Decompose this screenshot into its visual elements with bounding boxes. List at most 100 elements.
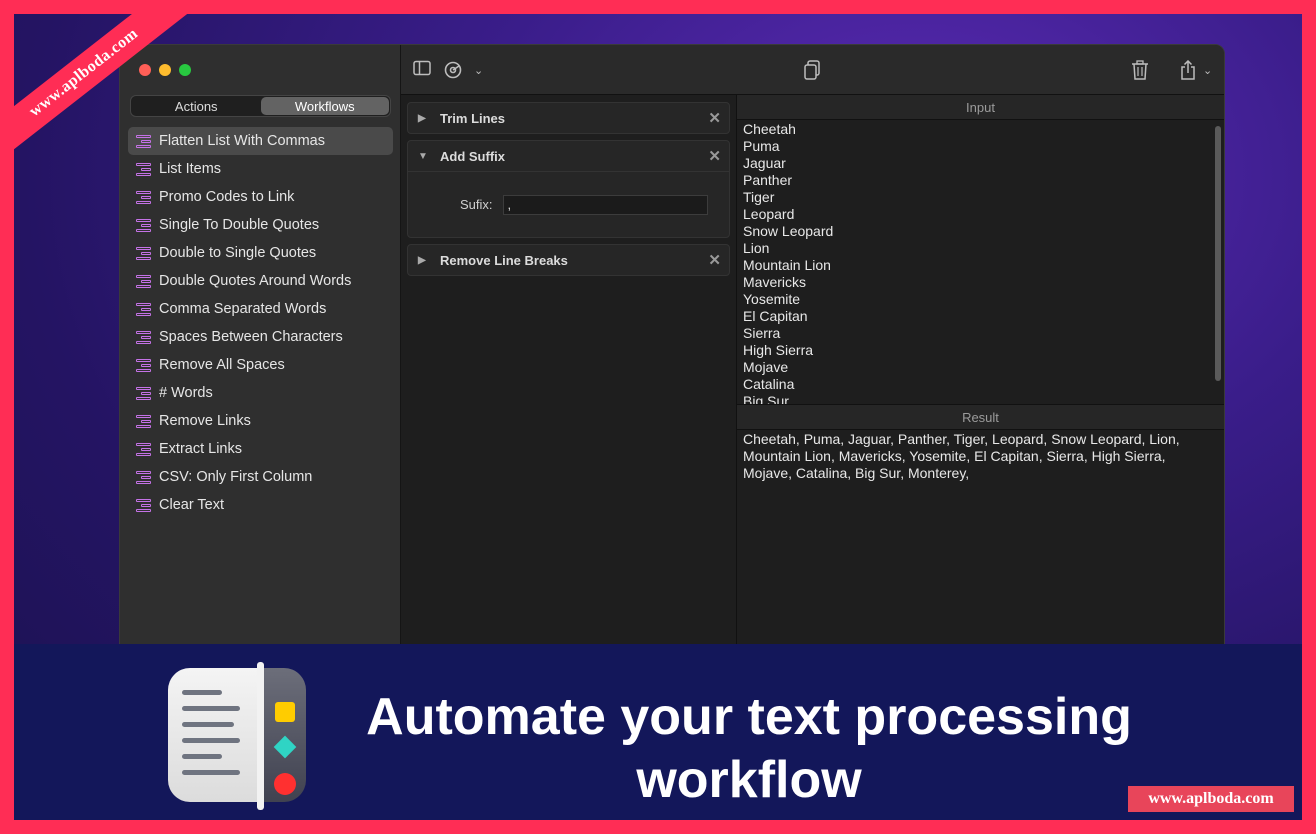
input-line: Big Sur	[743, 393, 789, 405]
input-line: Lion	[743, 240, 770, 256]
workflow-label: CSV: Only First Column	[159, 469, 313, 485]
workflow-icon	[136, 470, 151, 485]
action-header[interactable]: ▶ Remove Line Breaks ✕	[408, 245, 729, 275]
workflow-item[interactable]: Single To Double Quotes	[128, 211, 393, 239]
close-icon[interactable]: ✕	[708, 109, 721, 127]
close-icon[interactable]: ✕	[708, 251, 721, 269]
workflow-item[interactable]: Flatten List With Commas	[128, 127, 393, 155]
input-line: Cheetah	[743, 121, 796, 137]
workflow-icon	[136, 386, 151, 401]
workflow-item[interactable]: Extract Links	[128, 435, 393, 463]
promo-frame: www.aplboda.com Actions Workflows Flatte…	[14, 14, 1302, 820]
workflow-item[interactable]: Double Quotes Around Words	[128, 267, 393, 295]
sidebar-segmented-control: Actions Workflows	[130, 95, 391, 117]
workflow-item[interactable]: Spaces Between Characters	[128, 323, 393, 351]
app-logo-icon	[168, 662, 306, 810]
workflow-label: Flatten List With Commas	[159, 133, 325, 149]
chevron-down-icon[interactable]: ⌄	[1203, 61, 1212, 81]
workflow-icon	[136, 358, 151, 373]
workflow-label: Comma Separated Words	[159, 301, 327, 317]
workflow-icon	[136, 190, 151, 205]
input-line: Puma	[743, 138, 780, 154]
window-controls	[139, 64, 191, 76]
input-line: El Capitan	[743, 308, 808, 324]
promo-banner: Automate your text processing workflow w…	[14, 644, 1302, 820]
action-body: Sufix:	[408, 171, 729, 237]
workflow-icon	[136, 162, 151, 177]
input-scrollbar[interactable]	[1215, 126, 1221, 381]
sidebar-toggle-icon[interactable]	[413, 60, 431, 80]
workflow-item[interactable]: Remove All Spaces	[128, 351, 393, 379]
workflow-icon	[136, 274, 151, 289]
workflow-item[interactable]: Promo Codes to Link	[128, 183, 393, 211]
workflow-icon	[136, 246, 151, 261]
workflow-label: List Items	[159, 161, 222, 177]
disclosure-right-icon[interactable]: ▶	[418, 113, 432, 124]
copy-icon[interactable]	[803, 60, 821, 84]
input-line: Mountain Lion	[743, 257, 831, 273]
workflow-icon	[136, 442, 151, 457]
workflow-item[interactable]: CSV: Only First Column	[128, 463, 393, 491]
workflow-item[interactable]: # Words	[128, 379, 393, 407]
trash-icon[interactable]	[1131, 60, 1149, 84]
input-text-area[interactable]: Cheetah Puma Jaguar Panther Tiger Leopard Snow…	[737, 120, 1224, 405]
app-window: Actions Workflows Flatten List With Comm…	[119, 44, 1225, 664]
minimize-window-button[interactable]	[159, 64, 171, 76]
input-line: Tiger	[743, 189, 775, 205]
input-line: Mavericks	[743, 274, 807, 290]
workflow-item[interactable]: List Items	[128, 155, 393, 183]
workflow-icon	[136, 414, 151, 429]
workflow-item[interactable]: Double to Single Quotes	[128, 239, 393, 267]
input-line: Catalina	[743, 376, 795, 392]
result-text-area[interactable]: Cheetah, Puma, Jaguar, Panther, Tiger, L…	[737, 430, 1207, 483]
suffix-label: Sufix:	[460, 197, 493, 212]
text-pane: Input Cheetah Puma Jaguar Panther Tiger Leopa…	[737, 95, 1224, 663]
workflow-list: Flatten List With Commas List Items Promo …	[128, 127, 393, 519]
workflow-icon	[136, 498, 151, 513]
action-add-suffix: ▼ Add Suffix ✕ Sufix:	[407, 140, 730, 238]
input-line: Sierra	[743, 325, 781, 341]
workflow-label: Promo Codes to Link	[159, 189, 295, 205]
input-line: High Sierra	[743, 342, 814, 358]
workflow-icon	[136, 330, 151, 345]
disclosure-right-icon[interactable]: ▶	[418, 255, 432, 266]
workflow-item[interactable]: Comma Separated Words	[128, 295, 393, 323]
banner-headline: Automate your text processing workflow	[366, 688, 1132, 809]
gear-icon[interactable]	[443, 60, 463, 84]
workflow-item[interactable]: Remove Links	[128, 407, 393, 435]
workflow-label: Clear Text	[159, 497, 225, 513]
tab-actions[interactable]: Actions	[132, 97, 261, 115]
suffix-input[interactable]	[502, 194, 708, 215]
workflow-label: # Words	[159, 385, 213, 401]
workflow-label: Double Quotes Around Words	[159, 273, 352, 289]
toolbar: ⌄ ⌄	[401, 45, 1224, 95]
workflow-icon	[136, 218, 151, 233]
chevron-down-icon[interactable]: ⌄	[474, 61, 483, 81]
workflow-icon	[136, 134, 151, 149]
result-header: Result	[737, 405, 1224, 430]
input-line: Mojave	[743, 359, 789, 375]
workflow-label: Remove Links	[159, 413, 251, 429]
workflow-icon	[136, 302, 151, 317]
share-icon[interactable]	[1179, 59, 1197, 84]
workflow-label: Single To Double Quotes	[159, 217, 320, 233]
input-line: Panther	[743, 172, 793, 188]
close-icon[interactable]: ✕	[708, 147, 721, 165]
action-header[interactable]: ▶ Trim Lines ✕	[408, 103, 729, 133]
disclosure-down-icon[interactable]: ▼	[418, 151, 432, 162]
action-remove-line-breaks: ▶ Remove Line Breaks ✕	[407, 244, 730, 276]
input-line: Leopard	[743, 206, 795, 222]
tab-workflows[interactable]: Workflows	[260, 97, 389, 115]
action-title: Remove Line Breaks	[440, 252, 568, 268]
workflow-label: Remove All Spaces	[159, 357, 285, 373]
action-title: Add Suffix	[440, 148, 505, 164]
sidebar: Actions Workflows Flatten List With Comm…	[120, 45, 401, 663]
input-line: Jaguar	[743, 155, 786, 171]
action-header[interactable]: ▼ Add Suffix ✕	[408, 141, 729, 171]
close-window-button[interactable]	[139, 64, 151, 76]
workflow-item[interactable]: Clear Text	[128, 491, 393, 519]
workflow-label: Double to Single Quotes	[159, 245, 317, 261]
workflow-label: Spaces Between Characters	[159, 329, 343, 345]
zoom-window-button[interactable]	[179, 64, 191, 76]
workflow-label: Extract Links	[159, 441, 242, 457]
